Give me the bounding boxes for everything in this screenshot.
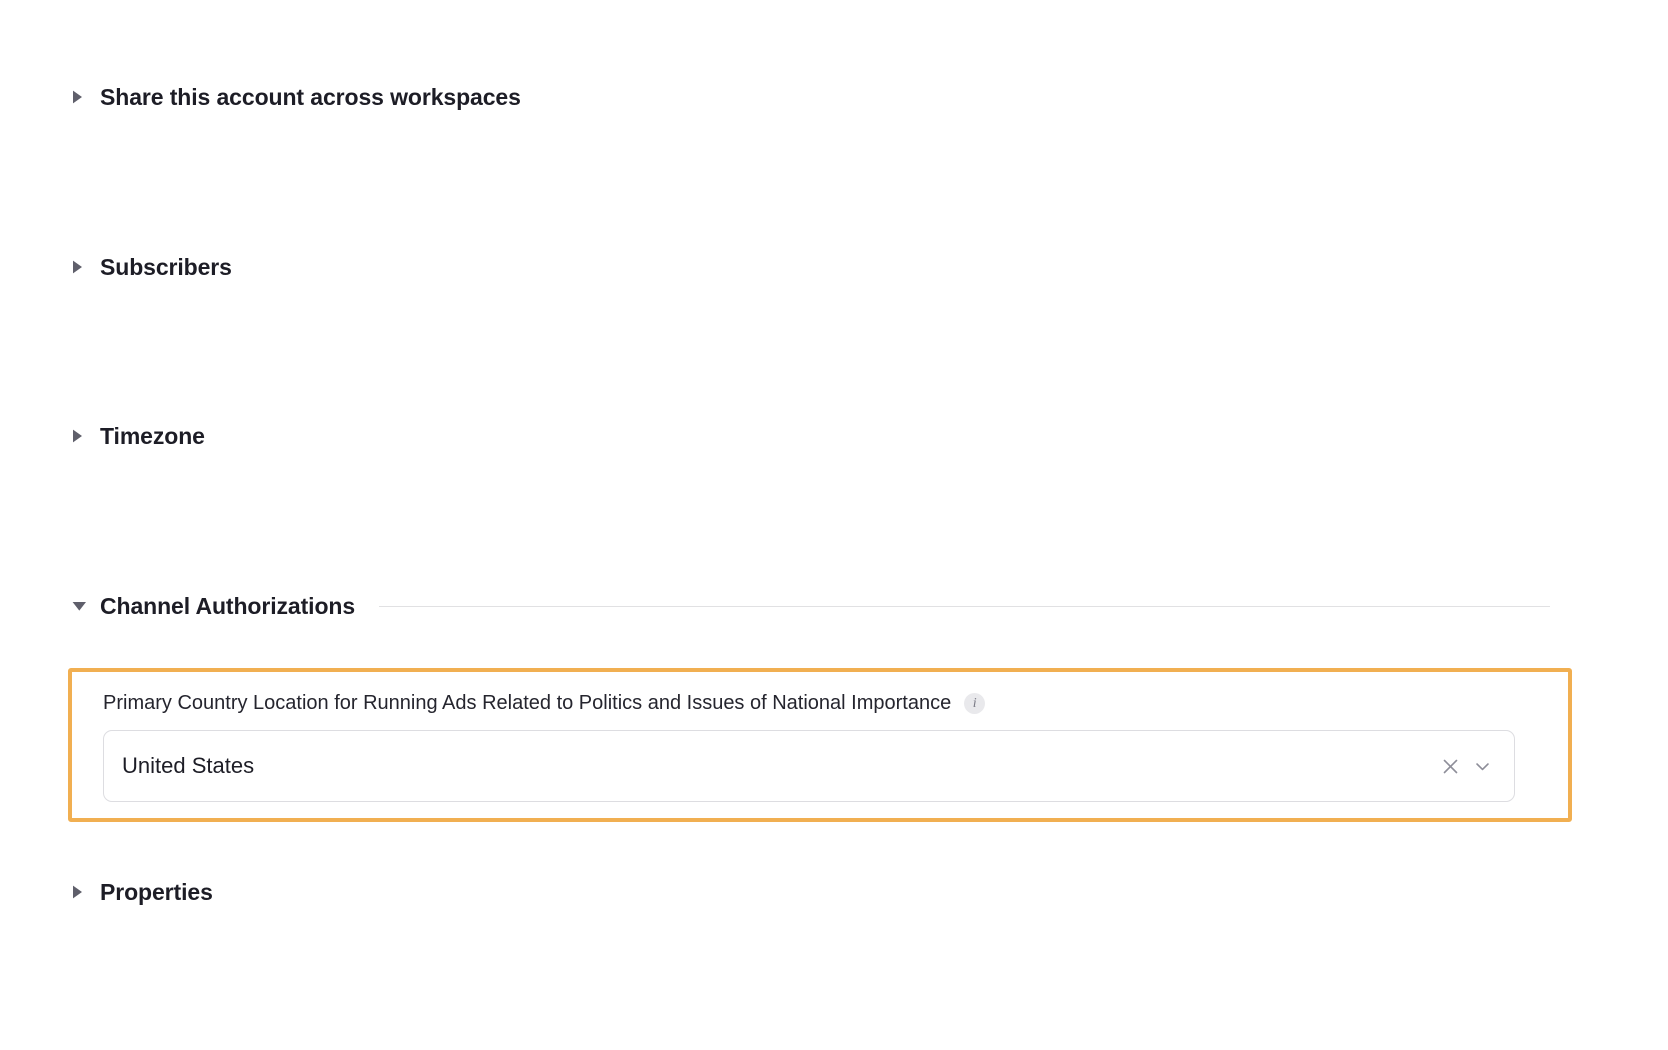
section-header-timezone[interactable]: Timezone bbox=[72, 419, 205, 453]
chevron-down-icon[interactable] bbox=[1466, 750, 1498, 782]
primary-country-location-label: Primary Country Location for Running Ads… bbox=[103, 692, 952, 714]
triangle-down-icon bbox=[72, 589, 90, 623]
section-title-channel-authorizations: Channel Authorizations bbox=[100, 593, 356, 619]
triangle-right-icon bbox=[72, 875, 90, 909]
section-header-share-account[interactable]: Share this account across workspaces bbox=[72, 80, 521, 114]
section-title-timezone: Timezone bbox=[100, 423, 205, 449]
select-actions bbox=[1434, 750, 1498, 782]
triangle-right-icon bbox=[72, 419, 90, 453]
info-icon[interactable]: i bbox=[964, 692, 986, 714]
section-header-properties[interactable]: Properties bbox=[72, 875, 213, 909]
highlighted-field-card: Primary Country Location for Running Ads… bbox=[68, 668, 1572, 822]
section-title-properties: Properties bbox=[100, 879, 213, 905]
section-divider bbox=[379, 605, 1550, 607]
primary-country-location-select[interactable]: United States Select a country bbox=[103, 730, 1515, 802]
triangle-right-icon bbox=[72, 250, 90, 284]
section-title-subscribers: Subscribers bbox=[100, 254, 232, 280]
section-title-share-account: Share this account across workspaces bbox=[100, 84, 521, 110]
close-icon[interactable] bbox=[1434, 750, 1466, 782]
field-label-row: Primary Country Location for Running Ads… bbox=[103, 690, 1568, 716]
select-selected-value: United States bbox=[122, 753, 255, 778]
settings-page: Share this account across workspaces Sub… bbox=[0, 0, 1668, 1050]
triangle-right-icon bbox=[72, 80, 90, 114]
select-placeholder: Select a country bbox=[104, 766, 105, 767]
section-header-channel-authorizations[interactable]: Channel Authorizations bbox=[72, 589, 1550, 623]
section-header-subscribers[interactable]: Subscribers bbox=[72, 250, 232, 284]
